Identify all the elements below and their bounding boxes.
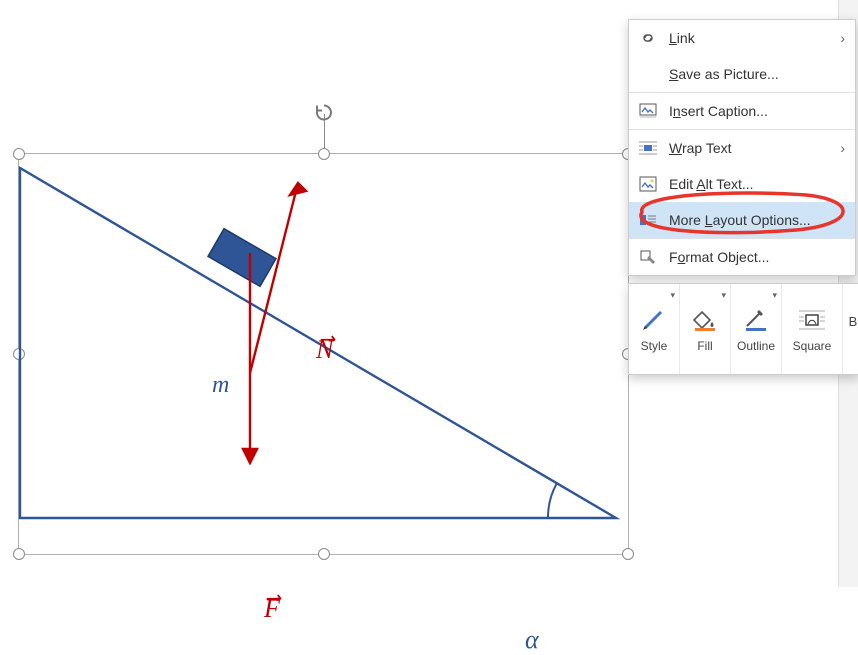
menu-label: Insert Caption... (669, 103, 845, 119)
qp-label: Outline (737, 339, 775, 353)
normal-vector-label: ⇀ N (316, 335, 333, 365)
outline-icon (736, 305, 776, 335)
dropdown-icon: ▾ (772, 290, 777, 301)
menu-edit-alt-text[interactable]: Edit Alt Text... (629, 166, 855, 202)
menu-more-layout-options[interactable]: More Layout Options... (629, 202, 855, 238)
blank-icon (639, 65, 657, 83)
menu-label: Save as Picture... (669, 66, 845, 82)
context-menu: Link › Save as Picture... Insert Caption… (628, 19, 856, 276)
format-object-icon (639, 248, 657, 266)
overflow-letter: B (849, 314, 858, 329)
menu-label: Format Object... (669, 249, 845, 265)
menu-label: Edit Alt Text... (669, 176, 845, 192)
menu-label: Link (669, 30, 828, 46)
alt-text-icon (639, 175, 657, 193)
outline-button[interactable]: ▾ Outline (731, 284, 782, 374)
fill-button[interactable]: ▾ Fill (680, 284, 731, 374)
qp-label: Style (641, 339, 668, 353)
force-vector-label: ⇀ F (264, 594, 280, 624)
quick-format-toolbar: ▾ Style ▾ Fill ▾ Outline Square B (628, 283, 858, 375)
layout-options-icon (639, 211, 657, 229)
menu-label: Wrap Text (669, 140, 828, 156)
dropdown-icon: ▾ (670, 290, 675, 301)
menu-format-object[interactable]: Format Object... (629, 238, 855, 275)
chevron-right-icon: › (840, 140, 845, 156)
rotation-handle[interactable] (314, 103, 334, 126)
dropdown-icon: ▾ (721, 290, 726, 301)
menu-wrap-text[interactable]: Wrap Text › (629, 129, 855, 166)
qp-label: Square (793, 339, 832, 353)
document-canvas: m ⇀ N ⇀ F α Link › Save as Picture... In… (0, 0, 858, 587)
square-wrap-button[interactable]: Square (782, 284, 843, 374)
wrap-text-icon (639, 139, 657, 157)
link-icon (639, 29, 657, 47)
fill-icon (685, 305, 725, 335)
mass-label: m (212, 372, 229, 399)
menu-label: More Layout Options... (669, 212, 845, 228)
caption-icon (639, 102, 657, 120)
quick-panel-overflow[interactable]: B (843, 284, 858, 374)
square-wrap-icon (792, 305, 832, 335)
style-icon (634, 305, 674, 335)
qp-label: Fill (697, 339, 712, 353)
chevron-right-icon: › (840, 30, 845, 46)
angle-label: α (525, 625, 539, 655)
style-button[interactable]: ▾ Style (629, 284, 680, 374)
menu-save-as-picture[interactable]: Save as Picture... (629, 56, 855, 92)
menu-insert-caption[interactable]: Insert Caption... (629, 92, 855, 129)
menu-link[interactable]: Link › (629, 20, 855, 56)
